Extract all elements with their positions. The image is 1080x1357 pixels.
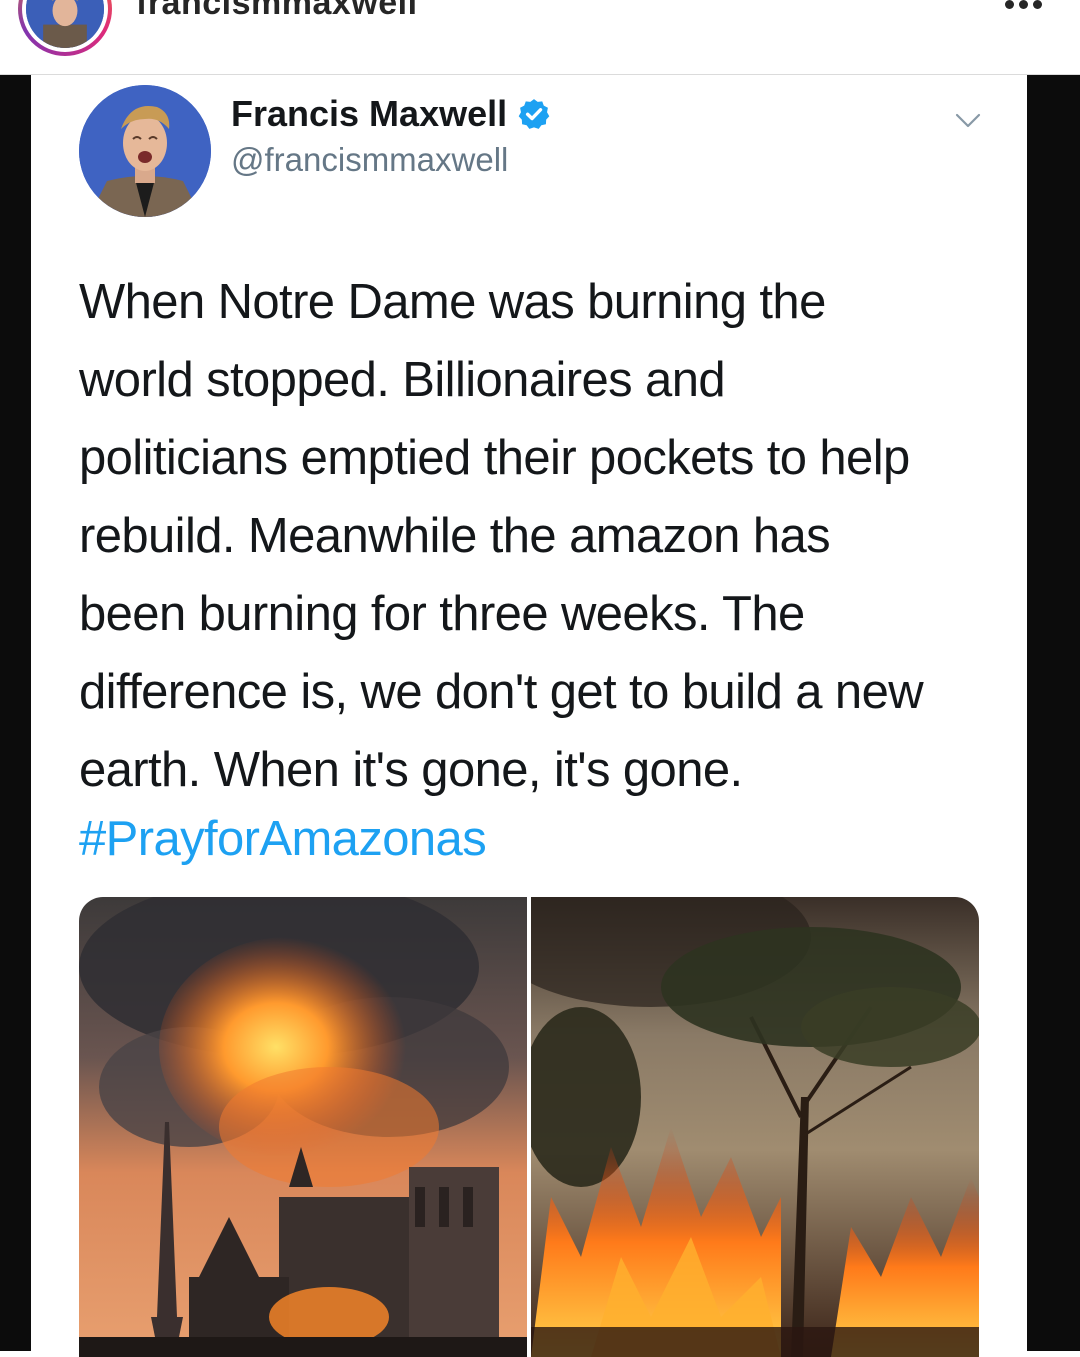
verified-badge-icon [518, 99, 550, 129]
tweet-text: When Notre Dame was burning the world st… [79, 263, 999, 809]
tweet-text-line: politicians emptied their pockets to hel… [79, 431, 910, 485]
tweet-text-line: difference is, we don't get to build a n… [79, 665, 924, 719]
notre-dame-fire-photo[interactable] [79, 897, 527, 1357]
tweet-hashtag-link[interactable]: #PrayforAmazonas [79, 809, 487, 869]
tweet-display-name[interactable]: Francis Maxwell [231, 93, 507, 135]
tweet-text-line: been burning for three weeks. The [79, 587, 805, 641]
tweet-author-avatar[interactable] [79, 85, 211, 217]
amazon-fire-photo[interactable] [531, 897, 979, 1357]
tweet-card: Francis Maxwell @francismmaxwell When No… [31, 75, 1027, 1357]
tweet-media[interactable] [79, 897, 979, 1357]
tweet-text-line: earth. When it's gone, it's gone. [79, 743, 743, 797]
tweet-text-line: world stopped. Billionaires and [79, 353, 726, 407]
tweet-text-line: rebuild. Meanwhile the amazon has [79, 509, 831, 563]
instagram-username[interactable]: francismmaxwell [136, 0, 418, 23]
tweet-text-line: When Notre Dame was burning the [79, 275, 826, 329]
chevron-down-icon[interactable] [953, 105, 983, 135]
instagram-avatar[interactable] [18, 0, 112, 56]
tweet-handle[interactable]: @francismmaxwell [231, 141, 508, 179]
instagram-post-header: francismmaxwell [0, 0, 1080, 75]
more-options-icon[interactable] [1005, 0, 1042, 9]
